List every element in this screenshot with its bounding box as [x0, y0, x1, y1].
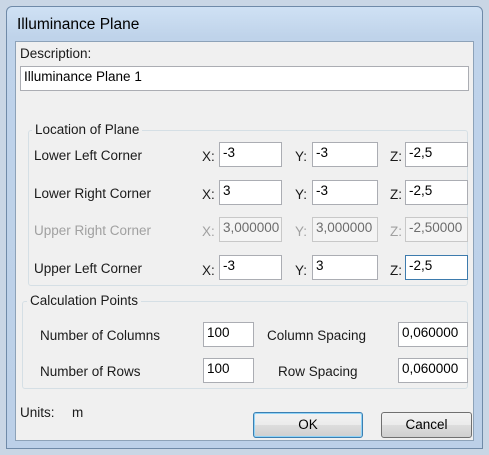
upper-left-label: Upper Left Corner [34, 261, 143, 276]
rows-label: Number of Rows [40, 364, 141, 379]
columns-label: Number of Columns [40, 328, 161, 343]
lower-left-z-input[interactable]: -2,5 [405, 142, 468, 167]
lower-left-x-input[interactable]: -3 [219, 142, 282, 167]
lower-right-y-input[interactable]: -3 [312, 180, 378, 205]
dialog-window: Illuminance Plane Description: Illuminan… [6, 6, 483, 449]
upper-left-x-label: X: [202, 263, 215, 278]
title-bar[interactable]: Illuminance Plane [7, 7, 482, 41]
dialog-client: Description: Illuminance Plane 1 Locatio… [15, 41, 474, 441]
upper-right-z-label: Z: [390, 224, 402, 239]
lower-left-label: Lower Left Corner [34, 148, 143, 163]
cancel-button[interactable]: Cancel [381, 412, 472, 438]
window-title: Illuminance Plane [17, 16, 140, 33]
upper-left-z-label: Z: [390, 263, 402, 278]
upper-right-y-input: 3,000000 [312, 217, 378, 242]
columns-input[interactable]: 100 [203, 322, 254, 347]
upper-right-y-label: Y: [295, 224, 308, 239]
units-label: Units: [20, 405, 55, 420]
lower-left-y-input[interactable]: -3 [312, 142, 378, 167]
upper-right-x-input: 3,000000 [219, 217, 282, 242]
column-spacing-label: Column Spacing [267, 328, 367, 343]
upper-right-label: Upper Right Corner [34, 223, 152, 238]
row-spacing-input[interactable]: 0,060000 [398, 358, 468, 383]
units-value: m [72, 405, 84, 420]
description-input[interactable]: Illuminance Plane 1 [20, 66, 469, 91]
lower-right-x-label: X: [202, 187, 215, 202]
upper-left-y-input[interactable]: 3 [312, 255, 378, 280]
calc-points-group-label: Calculation Points [27, 293, 142, 308]
lower-left-x-label: X: [202, 149, 215, 164]
ok-button[interactable]: OK [253, 412, 363, 438]
lower-left-y-label: Y: [295, 149, 308, 164]
upper-right-x-label: X: [202, 224, 215, 239]
lower-right-label: Lower Right Corner [34, 186, 152, 201]
description-label: Description: [20, 46, 92, 61]
upper-left-x-input[interactable]: -3 [219, 255, 282, 280]
upper-right-z-input: -2,50000 [405, 217, 468, 242]
lower-right-z-input[interactable]: -2,5 [405, 180, 468, 205]
row-spacing-label: Row Spacing [278, 364, 358, 379]
lower-left-z-label: Z: [390, 149, 402, 164]
location-group-label: Location of Plane [32, 122, 143, 137]
upper-left-z-input[interactable]: -2,5 [405, 255, 468, 280]
upper-left-y-label: Y: [295, 263, 308, 278]
lower-right-z-label: Z: [390, 187, 402, 202]
lower-right-x-input[interactable]: 3 [219, 180, 282, 205]
rows-input[interactable]: 100 [203, 358, 254, 383]
column-spacing-input[interactable]: 0,060000 [398, 322, 468, 347]
lower-right-y-label: Y: [295, 187, 308, 202]
